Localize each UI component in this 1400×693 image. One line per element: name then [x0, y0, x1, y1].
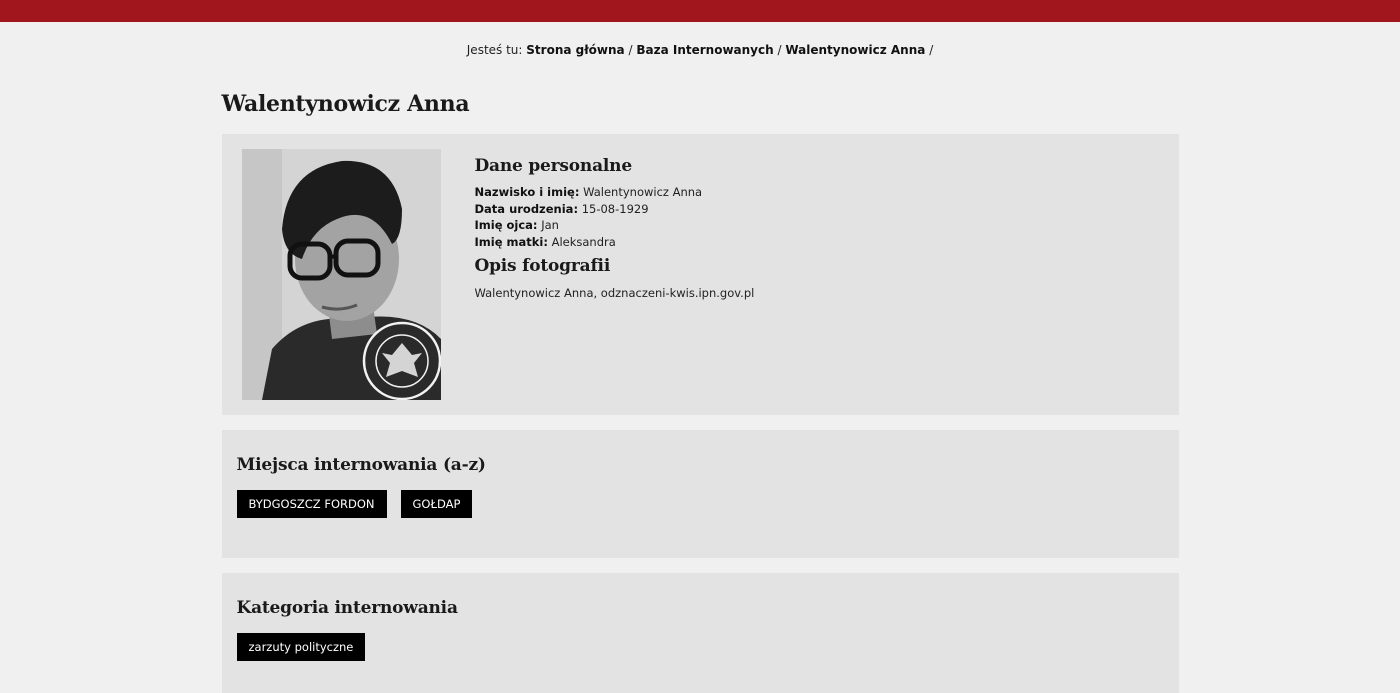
breadcrumb-separator: /	[777, 43, 782, 57]
top-bar	[0, 0, 1400, 22]
category-tag-political-charges[interactable]: zarzuty polityczne	[236, 633, 366, 661]
internment-category-heading: Kategoria internowania	[236, 598, 458, 618]
field-value: Aleksandra	[551, 234, 616, 249]
photo-description-heading: Opis fotografii	[474, 256, 611, 277]
field-value: Jan	[541, 218, 559, 233]
main-content: Walentynowicz Anna Dane personalne Nazwi…	[221, 89, 1179, 693]
field-label: Imię matki:	[474, 234, 548, 249]
breadcrumb-separator: /	[628, 43, 633, 57]
page-title: Walentynowicz Anna	[221, 91, 470, 117]
field-father-name: Imię ojca: Jan	[475, 217, 755, 234]
field-mother-name: Imię matki: Aleksandra	[475, 234, 755, 251]
breadcrumb: Jesteś tu: Strona główna / Baza Internow…	[0, 42, 1400, 58]
breadcrumb-separator: /	[929, 43, 934, 57]
personal-info: Dane personalne Nazwisko i imię: Walenty…	[475, 156, 755, 300]
person-panel: Dane personalne Nazwisko i imię: Walenty…	[221, 134, 1179, 415]
breadcrumb-database-link[interactable]: Baza Internowanych	[636, 43, 773, 57]
field-label: Nazwisko i imię:	[474, 185, 580, 199]
field-label: Imię ojca:	[474, 218, 538, 233]
person-photo	[241, 149, 441, 400]
field-value: Walentynowicz Anna	[583, 185, 703, 199]
breadcrumb-home-link[interactable]: Strona główna	[526, 43, 624, 57]
internment-category-panel: Kategoria internowania zarzuty polityczn…	[221, 573, 1179, 693]
field-birth-date: Data urodzenia: 15-08-1929	[475, 201, 755, 218]
personal-data-heading: Dane personalne	[474, 156, 633, 176]
photo-description: Walentynowicz Anna, odznaczeni-kwis.ipn.…	[474, 286, 755, 301]
internment-places-heading: Miejsca internowania (a-z)	[236, 455, 486, 475]
field-label: Data urodzenia:	[474, 201, 579, 216]
breadcrumb-prefix: Jesteś tu:	[466, 43, 523, 57]
place-tag-bydgoszcz-fordon[interactable]: BYDGOSZCZ FORDON	[236, 490, 387, 518]
place-tag-goldap[interactable]: GOŁDAP	[400, 490, 473, 518]
breadcrumb-current-link[interactable]: Walentynowicz Anna	[785, 43, 925, 57]
field-name: Nazwisko i imię: Walentynowicz Anna	[475, 184, 755, 201]
internment-places-panel: Miejsca internowania (a-z) BYDGOSZCZ FOR…	[221, 430, 1179, 558]
field-value: 15-08-1929	[581, 201, 649, 216]
